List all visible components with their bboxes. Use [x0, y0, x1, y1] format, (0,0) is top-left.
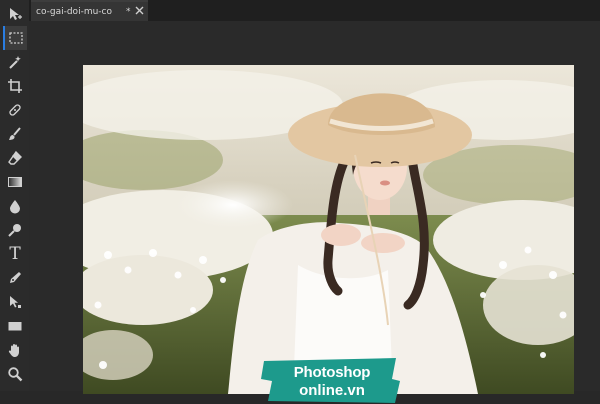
marquee-tool-button[interactable] — [3, 26, 27, 50]
eraser-tool-button[interactable] — [3, 146, 27, 170]
zoom-icon — [8, 367, 23, 382]
dodge-icon — [8, 224, 21, 237]
close-tab-button[interactable] — [133, 4, 146, 17]
tool-palette: T — [0, 0, 30, 391]
path-select-icon — [10, 296, 21, 308]
watermark-line-1: Photoshop — [293, 364, 371, 381]
rect-marquee-icon — [9, 32, 23, 44]
hand-tool-button[interactable] — [3, 338, 27, 362]
close-icon — [135, 6, 144, 15]
type-icon: T — [9, 244, 21, 264]
hand-icon — [8, 344, 19, 357]
document-tab-bar: co-gai-doi-mu-co * — [29, 0, 600, 21]
crop-tool-button[interactable] — [3, 74, 27, 98]
blur-tool-button[interactable] — [3, 194, 27, 218]
watermark-line-2: online.vn — [299, 382, 365, 399]
document-tab[interactable]: co-gai-doi-mu-co * — [31, 0, 148, 21]
canvas-area[interactable]: Photoshop online.vn — [29, 21, 600, 403]
magic-wand-tool-button[interactable] — [3, 50, 27, 74]
magic-wand-icon — [9, 56, 21, 69]
move-arrow-icon — [10, 8, 22, 20]
crop-icon — [8, 79, 22, 93]
document-image — [83, 65, 574, 394]
gradient-icon — [8, 177, 22, 187]
document-tab-title: co-gai-doi-mu-co — [36, 6, 112, 17]
photo-illustration — [83, 65, 574, 394]
brush-tool-button[interactable] — [3, 122, 27, 146]
bandage-icon — [9, 104, 21, 116]
type-tool-button[interactable]: T — [3, 242, 27, 266]
pen-icon — [10, 272, 21, 283]
modified-indicator: * — [126, 6, 131, 17]
drop-icon — [10, 200, 20, 214]
eraser-icon — [8, 150, 22, 165]
path-select-tool-button[interactable] — [3, 290, 27, 314]
dodge-tool-button[interactable] — [3, 218, 27, 242]
pen-tool-button[interactable] — [3, 266, 27, 290]
move-tool-button[interactable] — [3, 2, 27, 26]
brush-icon — [9, 127, 21, 140]
rectangle-shape-icon — [8, 322, 22, 331]
shape-tool-button[interactable] — [3, 314, 27, 338]
healing-tool-button[interactable] — [3, 98, 27, 122]
gradient-tool-button[interactable] — [3, 170, 27, 194]
zoom-tool-button[interactable] — [3, 362, 27, 386]
